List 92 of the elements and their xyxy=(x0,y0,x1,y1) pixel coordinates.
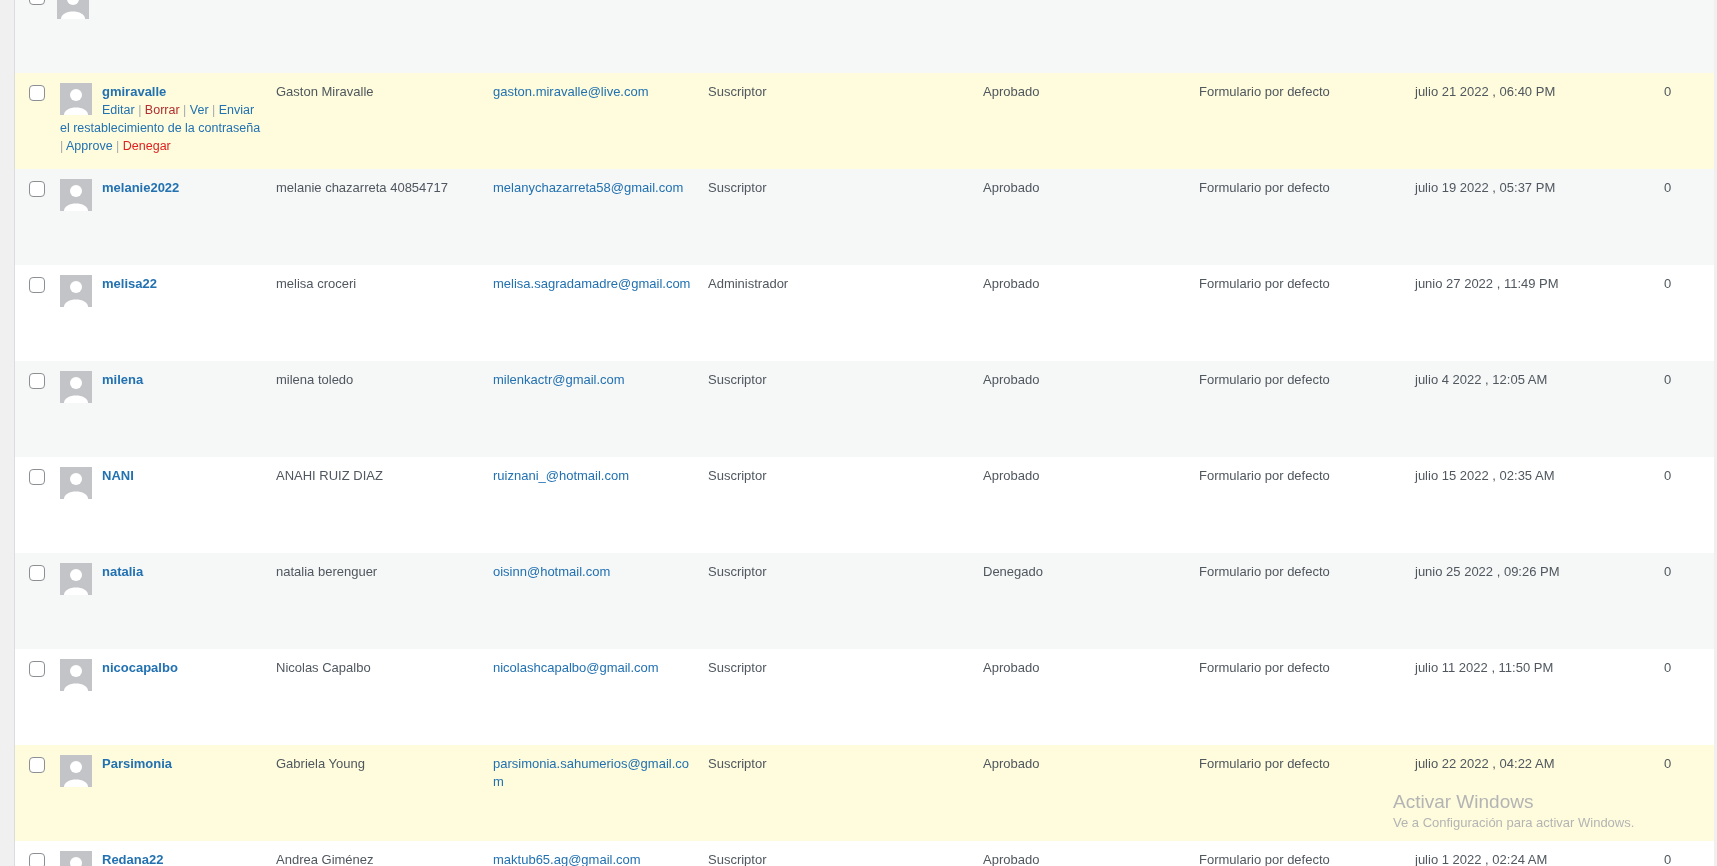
email-link[interactable]: milenkactr@gmail.com xyxy=(493,371,696,389)
count-text: 0 xyxy=(1664,660,1672,675)
form-text: Formulario por defecto xyxy=(1199,564,1330,579)
form-text: Formulario por defecto xyxy=(1199,372,1330,387)
role-text: Suscriptor xyxy=(708,852,767,866)
count-text: 0 xyxy=(1664,564,1672,579)
status-text: Aprobado xyxy=(983,660,1040,675)
username-link[interactable]: melanie2022 xyxy=(60,179,264,197)
avatar-placeholder-icon xyxy=(60,467,92,499)
email-link[interactable]: nicolashcapalbo@gmail.com xyxy=(493,659,696,677)
email-link[interactable]: parsimonia.sahumerios@gmail.com xyxy=(493,755,696,791)
row-checkbox[interactable] xyxy=(29,469,45,485)
date-text: julio 11 2022 , 11:50 PM xyxy=(1415,660,1554,675)
count-text: 0 xyxy=(1664,852,1672,866)
username-link[interactable]: NANI xyxy=(60,467,264,485)
count-text: 0 xyxy=(1664,180,1672,195)
activation-title: Activar Windows xyxy=(1393,790,1535,814)
form-text: Formulario por defecto xyxy=(1199,660,1330,675)
status-text: Aprobado xyxy=(983,756,1040,771)
date-text: julio 1 2022 , 02:24 AM xyxy=(1415,852,1548,866)
date-text: junio 27 2022 , 11:49 PM xyxy=(1415,276,1559,291)
count-text: 0 xyxy=(1664,468,1672,483)
date-text: julio 15 2022 , 02:35 AM xyxy=(1415,468,1555,483)
email-link[interactable]: melisa.sagradamadre@gmail.com xyxy=(493,275,696,293)
row-actions[interactable]: Editar | Borrar | Ver | Enviar el restablecimiento de la contraseña | Approve | Denegar xyxy=(60,101,264,155)
row-checkbox[interactable] xyxy=(29,565,45,581)
role-text: Administrador xyxy=(708,276,789,291)
username-link[interactable]: Redana22 xyxy=(60,851,264,866)
email-link[interactable]: maktub65.ag@gmail.com xyxy=(493,851,696,866)
form-text: Formulario por defecto xyxy=(1199,84,1330,99)
full-name-text: Nicolas Capalbo xyxy=(276,660,371,675)
status-text: Aprobado xyxy=(983,468,1040,483)
username-link[interactable]: natalia xyxy=(60,563,264,581)
avatar-placeholder-icon xyxy=(60,275,92,307)
date-text: julio 21 2022 , 06:40 PM xyxy=(1415,84,1556,99)
form-text: Formulario por defecto xyxy=(1199,468,1330,483)
row-checkbox[interactable] xyxy=(29,373,45,389)
row-checkbox[interactable] xyxy=(29,277,45,293)
row-checkbox[interactable] xyxy=(29,853,45,866)
row-checkbox[interactable] xyxy=(29,661,45,677)
count-text: 0 xyxy=(1664,276,1672,291)
status-text: Aprobado xyxy=(983,84,1040,99)
activation-subtitle: Ve a Configuración para activar Windows. xyxy=(1393,814,1635,832)
role-text: Suscriptor xyxy=(708,756,767,771)
avatar-placeholder-icon xyxy=(60,371,92,403)
count-text: 0 xyxy=(1664,756,1672,771)
full-name-text: Gabriela Young xyxy=(276,756,365,771)
status-text: Aprobado xyxy=(983,276,1040,291)
username-link[interactable]: milena xyxy=(60,371,264,389)
form-text: Formulario por defecto xyxy=(1199,276,1330,291)
date-text: julio 4 2022 , 12:05 AM xyxy=(1415,372,1548,387)
count-text: 0 xyxy=(1664,84,1672,99)
row-checkbox[interactable] xyxy=(29,85,45,101)
avatar-placeholder-icon xyxy=(60,755,92,787)
email-link[interactable]: melanychazarreta58@gmail.com xyxy=(493,179,696,197)
role-text: Suscriptor xyxy=(708,660,767,675)
form-text: Formulario por defecto xyxy=(1199,756,1330,771)
full-name-text: melisa croceri xyxy=(276,276,357,291)
row-checkbox[interactable] xyxy=(29,757,45,773)
role-text: Suscriptor xyxy=(708,180,767,195)
full-name-text: Gaston Miravalle xyxy=(276,84,374,99)
status-text: Aprobado xyxy=(983,180,1040,195)
avatar-placeholder-icon xyxy=(60,179,92,211)
full-name-text: natalia berenguer xyxy=(276,564,378,579)
role-text: Suscriptor xyxy=(708,564,767,579)
count-text: 0 xyxy=(1664,372,1672,387)
role-text: Suscriptor xyxy=(708,84,767,99)
status-text: Aprobado xyxy=(983,852,1040,866)
role-text: Suscriptor xyxy=(708,372,767,387)
avatar-placeholder-icon xyxy=(60,563,92,595)
full-name-text: milena toledo xyxy=(276,372,354,387)
username-link[interactable]: nicocapalbo xyxy=(60,659,264,677)
email-link[interactable]: ruiznani_@hotmail.com xyxy=(493,467,696,485)
email-link[interactable]: oisinn@hotmail.com xyxy=(493,563,696,581)
full-name-text: ANAHI RUIZ DIAZ xyxy=(276,468,383,483)
date-text: junio 25 2022 , 09:26 PM xyxy=(1415,564,1560,579)
email-link[interactable]: gaston.miravalle@live.com xyxy=(493,83,696,101)
date-text: julio 22 2022 , 04:22 AM xyxy=(1415,756,1555,771)
username-link[interactable]: Parsimonia xyxy=(60,755,264,773)
date-text: julio 19 2022 , 05:37 PM xyxy=(1415,180,1556,195)
row-checkbox[interactable] xyxy=(29,181,45,197)
avatar-placeholder-icon xyxy=(60,659,92,691)
full-name-text: melanie chazarreta 40854717 xyxy=(276,180,448,195)
avatar-placeholder-icon xyxy=(60,83,92,115)
username-link[interactable]: melisa22 xyxy=(60,275,264,293)
username-link[interactable]: gmiravalle xyxy=(60,83,264,101)
full-name-text: Andrea Giménez xyxy=(276,852,374,866)
status-text: Denegado xyxy=(983,564,1043,579)
role-text: Suscriptor xyxy=(708,468,767,483)
form-text: Formulario por defecto xyxy=(1199,852,1330,866)
status-text: Aprobado xyxy=(983,372,1040,387)
form-text: Formulario por defecto xyxy=(1199,180,1330,195)
